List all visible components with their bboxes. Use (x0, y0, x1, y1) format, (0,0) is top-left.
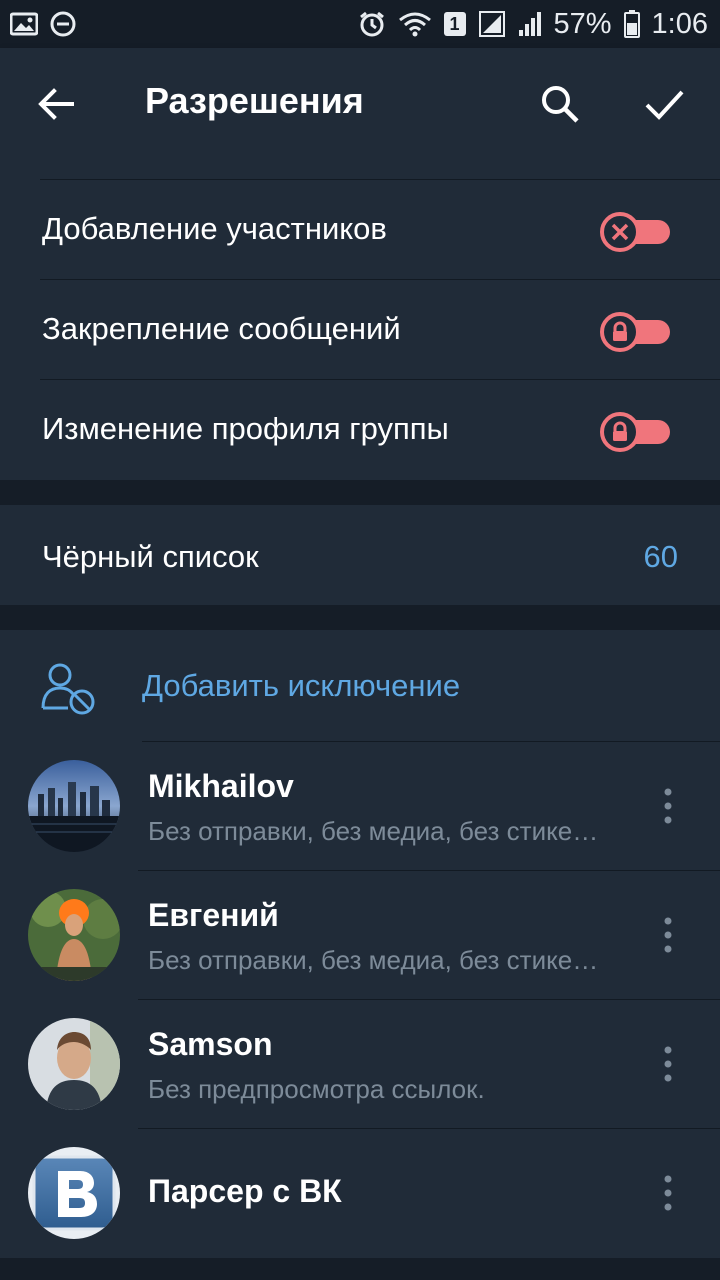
exceptions-section: Добавить исключение Mikhailov Без отправ… (0, 630, 720, 1258)
search-icon[interactable] (538, 82, 582, 126)
exception-user-row[interactable]: Samson Без предпросмотра ссылок. (0, 1000, 720, 1129)
permission-add-members[interactable]: Добавление участников (0, 180, 720, 280)
alarm-icon (359, 11, 384, 37)
more-vertical-icon[interactable] (656, 1044, 680, 1084)
gallery-icon (10, 12, 38, 36)
permission-label: Закрепление сообщений (42, 311, 401, 346)
close-icon (611, 223, 629, 241)
battery-percent: 57% (553, 7, 612, 40)
battery-icon (623, 10, 640, 38)
avatar (28, 1018, 120, 1110)
page-title: Разрешения (145, 80, 364, 121)
blacklist-label: Чёрный список (42, 539, 259, 574)
lock-icon (613, 321, 627, 341)
user-restriction: Без предпросмотра ссылок. (148, 1074, 485, 1104)
permission-pin-messages[interactable]: Закрепление сообщений (0, 280, 720, 380)
signal-icon (478, 11, 505, 37)
more-vertical-icon[interactable] (656, 786, 680, 826)
permission-label: Добавление участников (42, 211, 387, 246)
user-restriction: Без отправки, без медиа, без стике… (148, 816, 599, 846)
add-exception-label: Добавить исключение (142, 668, 461, 703)
avatar (28, 760, 120, 852)
permission-toggle[interactable] (600, 311, 672, 353)
do-not-disturb-icon (50, 11, 76, 37)
permissions-section: Добавление участников Закрепление сообще… (0, 160, 720, 480)
user-name: Парсер с ВК (148, 1173, 342, 1209)
user-name: Samson (148, 1026, 273, 1062)
sim-badge: 1 (443, 12, 466, 36)
user-restriction: Без отправки, без медиа, без стике… (148, 945, 599, 975)
user-name: Евгений (148, 897, 279, 933)
back-arrow-icon[interactable] (34, 82, 78, 126)
avatar (28, 889, 120, 981)
add-exception-button[interactable]: Добавить исключение (0, 630, 720, 742)
user-name: Mikhailov (148, 768, 294, 804)
lock-icon (613, 421, 627, 441)
signal-bars-icon (518, 12, 541, 36)
exception-user-row[interactable]: Парсер с ВК (0, 1129, 720, 1258)
wifi-icon (398, 12, 431, 37)
permission-label: Изменение профиля группы (42, 411, 449, 446)
blacklist-count: 60 (643, 539, 678, 574)
more-vertical-icon[interactable] (656, 915, 680, 955)
avatar (28, 1147, 120, 1239)
clock: 1:06 (651, 7, 708, 40)
exception-user-row[interactable]: Евгений Без отправки, без медиа, без сти… (0, 871, 720, 1000)
status-bar: 1 57% 1:06 (0, 0, 720, 48)
permission-toggle[interactable] (600, 211, 672, 253)
app-bar: Разрешения (0, 48, 720, 160)
permission-toggle[interactable] (600, 411, 672, 453)
more-vertical-icon[interactable] (656, 1173, 680, 1213)
blacklist-row[interactable]: Чёрный список 60 (0, 505, 720, 605)
permission-change-group-info[interactable]: Изменение профиля группы (0, 380, 720, 480)
exception-user-row[interactable]: Mikhailov Без отправки, без медиа, без с… (0, 742, 720, 871)
check-icon[interactable] (642, 82, 686, 126)
user-block-icon (41, 663, 95, 715)
